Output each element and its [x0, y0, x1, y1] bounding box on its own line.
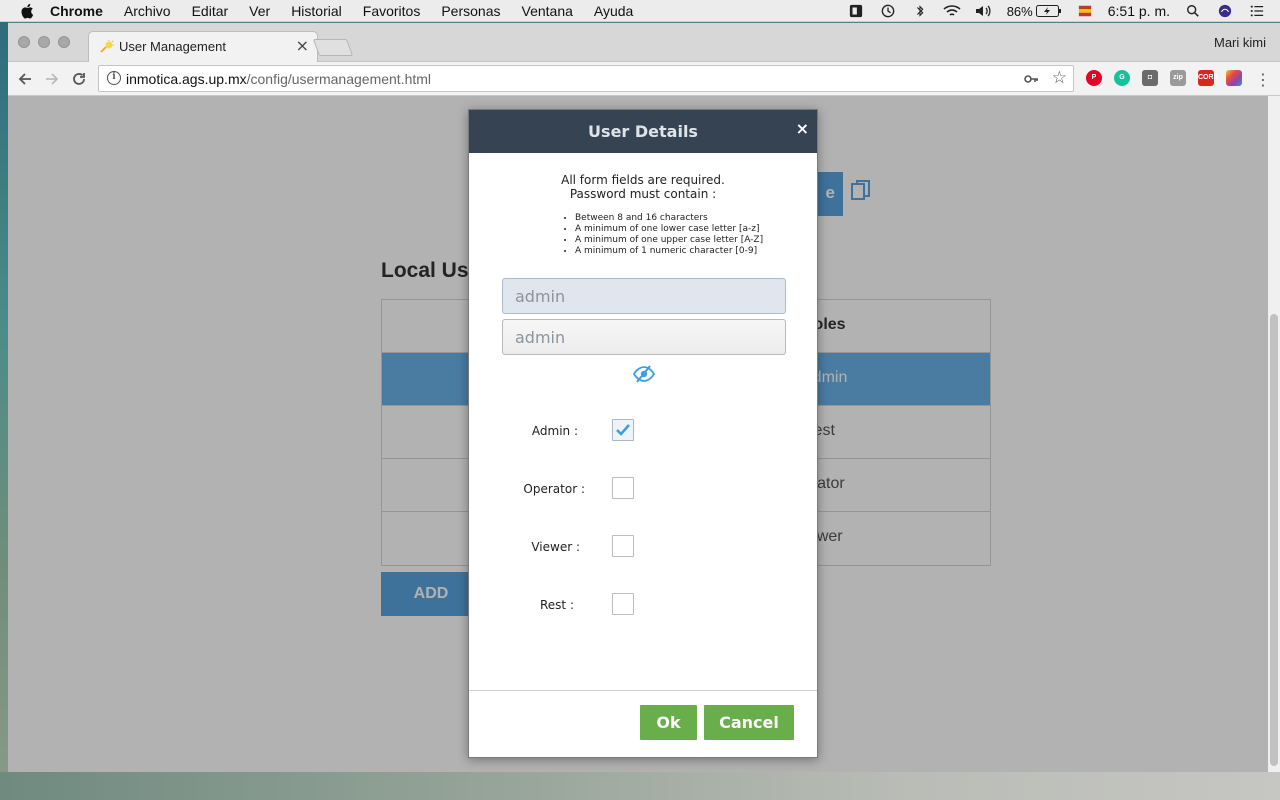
role-admin-label: Admin : [531, 424, 578, 438]
browser-toolbar: i inmotica.ags.up.mx/config/usermanageme… [8, 62, 1280, 96]
user-details-dialog: User Details × All form fields are requi… [468, 109, 818, 758]
checkmark-icon [616, 424, 630, 436]
role-viewer-checkbox[interactable] [612, 535, 634, 557]
password-key-icon[interactable] [1023, 71, 1039, 87]
url-host: inmotica.ags.up.mx [126, 71, 247, 87]
battery-icon [1035, 5, 1061, 17]
menu-historial[interactable]: Historial [291, 3, 342, 19]
password-rule: A minimum of one upper case letter [A-Z] [575, 235, 763, 246]
window-zoom-button[interactable] [58, 36, 70, 48]
grammarly-icon[interactable]: G [1114, 70, 1130, 86]
menu-archivo[interactable]: Archivo [124, 3, 171, 19]
menu-ayuda[interactable]: Ayuda [594, 3, 633, 19]
gitzip-icon[interactable]: zip [1170, 70, 1186, 86]
desktop-wallpaper-edge [0, 22, 8, 800]
dialog-title: User Details [588, 122, 698, 141]
lightbulb-favicon-icon [100, 40, 114, 53]
notes-status-icon[interactable] [847, 4, 865, 18]
window-close-button[interactable] [18, 36, 30, 48]
tab-user-management[interactable]: User Management × [88, 31, 318, 62]
page-scrollbar[interactable] [1268, 96, 1280, 772]
menu-ventana[interactable]: Ventana [522, 3, 573, 19]
web-page: e Local Us Roles Admin Rest perator View… [8, 96, 1280, 772]
password-requirements-heading: Password must contain : [569, 187, 717, 201]
pinterest-icon[interactable]: P [1086, 70, 1102, 86]
browser-window: User Management × Mari kimi i inmotica.a… [8, 23, 1280, 772]
profile-name[interactable]: Mari kimi [1214, 35, 1266, 50]
password-rule: A minimum of 1 numeric character [0-9] [575, 246, 763, 257]
menu-editar[interactable]: Editar [192, 3, 229, 19]
cancel-button[interactable]: Cancel [704, 705, 794, 740]
address-bar[interactable]: i inmotica.ags.up.mx/config/usermanageme… [98, 65, 1074, 92]
role-viewer-label: Viewer : [531, 540, 580, 554]
password-rules-list: Between 8 and 16 characters A minimum of… [575, 213, 763, 257]
menu-chrome[interactable]: Chrome [50, 3, 103, 19]
apple-icon[interactable] [20, 3, 36, 19]
role-rest-label: Rest : [540, 598, 574, 612]
password-rule: Between 8 and 16 characters [575, 213, 763, 224]
tab-title: User Management [119, 39, 226, 54]
url-path: /config/usermanagement.html [246, 71, 432, 87]
url-text: inmotica.ags.up.mx/config/usermanagement… [126, 71, 431, 87]
back-icon[interactable] [14, 68, 36, 90]
chrome-menu-icon[interactable]: ⋮ [1252, 68, 1274, 90]
bookmark-star-icon[interactable]: ☆ [1052, 68, 1067, 88]
dialog-close-icon[interactable]: × [796, 121, 809, 137]
dialog-header: User Details × [469, 110, 817, 153]
flag-icon[interactable] [1076, 4, 1094, 18]
cors-icon[interactable]: CORS [1198, 70, 1218, 86]
menu-favoritos[interactable]: Favoritos [363, 3, 421, 19]
siri-icon[interactable] [1216, 4, 1234, 18]
battery-status[interactable]: 86% [1007, 4, 1062, 19]
menu-ver[interactable]: Ver [249, 3, 270, 19]
role-rest-checkbox[interactable] [612, 593, 634, 615]
site-info-icon[interactable]: i [107, 71, 121, 85]
ok-button[interactable]: Ok [640, 705, 697, 740]
requirements-text: All form fields are required. [561, 173, 725, 187]
colorpick-icon[interactable] [1226, 70, 1242, 86]
new-tab-button[interactable] [312, 39, 354, 56]
battery-percent: 86% [1006, 3, 1033, 19]
forward-icon[interactable] [41, 68, 63, 90]
role-admin-checkbox[interactable] [612, 419, 634, 441]
spotlight-search-icon[interactable] [1184, 4, 1202, 18]
password-rule: A minimum of one lower case letter [a-z] [575, 224, 763, 235]
notification-center-icon[interactable] [1248, 4, 1266, 18]
bluetooth-icon[interactable] [911, 4, 929, 18]
reload-icon[interactable] [68, 68, 90, 90]
desktop-wallpaper-bottom [0, 772, 1280, 800]
eye-slash-icon[interactable] [632, 364, 656, 384]
tab-strip: User Management × Mari kimi [8, 23, 1280, 62]
mac-menubar: Chrome Archivo Editar Ver Historial Favo… [0, 0, 1280, 22]
role-operator-label: Operator : [523, 482, 585, 496]
menu-personas[interactable]: Personas [441, 3, 500, 19]
dialog-footer-divider [469, 690, 817, 691]
volume-icon[interactable] [975, 4, 993, 18]
clock[interactable]: 6:51 p. m. [1108, 3, 1170, 19]
window-minimize-button[interactable] [38, 36, 50, 48]
password-field[interactable] [502, 319, 786, 355]
role-operator-checkbox[interactable] [612, 477, 634, 499]
page-scrollbar-thumb[interactable] [1270, 314, 1278, 766]
time-machine-icon[interactable] [879, 4, 897, 18]
tab-close-icon[interactable]: × [296, 36, 309, 55]
username-field[interactable] [502, 278, 786, 314]
wifi-icon[interactable] [943, 4, 961, 18]
pocket-icon[interactable]: ◘ [1142, 70, 1158, 86]
